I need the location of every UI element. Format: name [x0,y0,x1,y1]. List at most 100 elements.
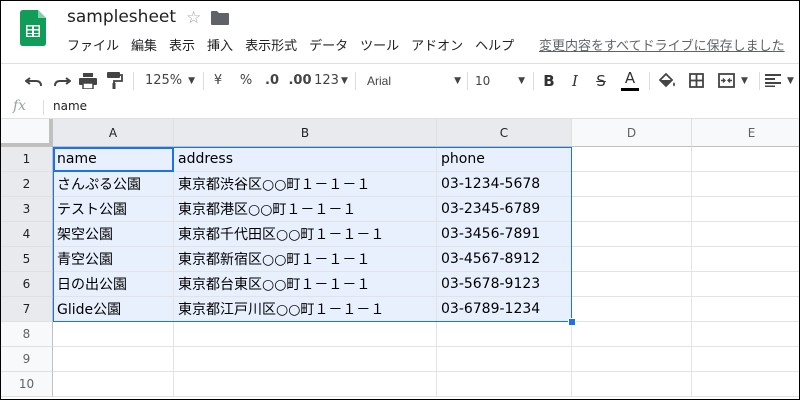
cell-d10[interactable] [572,372,692,397]
cell-a3[interactable]: テスト公園 [53,197,174,222]
cell-a2[interactable]: さんぷる公園 [53,172,174,197]
cell-b1[interactable]: address [174,147,437,172]
cell-b8[interactable] [174,322,437,347]
menu-format[interactable]: 表示形式 [239,35,303,55]
horizontal-align-button[interactable]: ▼ [765,64,799,97]
cell-a1[interactable]: name [53,147,174,172]
cell-b9[interactable] [174,347,437,372]
menu-data[interactable]: データ [303,35,354,55]
row-header-4[interactable]: 4 [1,222,53,247]
row-header-10[interactable]: 10 [1,372,53,397]
menu-view[interactable]: 表示 [163,35,201,55]
text-color-button[interactable]: A [619,64,641,97]
cell-d5[interactable] [572,247,692,272]
cell-e10[interactable] [692,372,799,397]
column-header-c[interactable]: C [437,119,572,147]
cell-a4[interactable]: 架空公園 [53,222,174,247]
redo-button[interactable] [51,64,73,97]
cell-d2[interactable] [572,172,692,197]
row-header-1[interactable]: 1 [1,147,53,172]
cell-b7[interactable]: 東京都江戸川区○○町１－１－１ [174,297,437,322]
cell-b4[interactable]: 東京都千代田区○○町１－１－１ [174,222,437,247]
font-size-select[interactable]: 10 ▼ [475,64,529,97]
cell-e5[interactable] [692,247,799,272]
row-header-6[interactable]: 6 [1,272,53,297]
cell-d6[interactable] [572,272,692,297]
cell-c3[interactable]: 03-2345-6789 [437,197,572,222]
row-header-5[interactable]: 5 [1,247,53,272]
cell-b5[interactable]: 東京都新宿区○○町１－１－１ [174,247,437,272]
cell-e4[interactable] [692,222,799,247]
menu-help[interactable]: ヘルプ [469,35,520,55]
borders-button[interactable] [685,64,707,97]
cell-c8[interactable] [437,322,572,347]
row-header-3[interactable]: 3 [1,197,53,222]
cell-d7[interactable] [572,297,692,322]
cell-a8[interactable] [53,322,174,347]
menu-tools[interactable]: ツール [354,35,405,55]
cell-d8[interactable] [572,322,692,347]
cell-c1[interactable]: phone [437,147,572,172]
select-all-corner[interactable] [1,119,53,147]
cell-b3[interactable]: 東京都港区○○町１－１－１ [174,197,437,222]
cell-b6[interactable]: 東京都台東区○○町１－１－１ [174,272,437,297]
font-family-select[interactable]: Arial ▼ [367,64,467,97]
cell-e2[interactable] [692,172,799,197]
column-header-b[interactable]: B [174,119,437,147]
italic-button[interactable]: I [565,64,585,97]
percent-format-button[interactable]: % [237,64,255,97]
cell-c9[interactable] [437,347,572,372]
currency-format-button[interactable]: ¥ [209,64,227,97]
cell-e8[interactable] [692,322,799,347]
paint-format-button[interactable] [104,64,126,97]
document-title[interactable]: samplesheet [67,7,176,27]
column-header-d[interactable]: D [572,119,692,147]
more-formats-button[interactable]: 123 ▼ [314,64,348,97]
cell-d1[interactable] [572,147,692,172]
menu-insert[interactable]: 挿入 [201,35,239,55]
cell-a7[interactable]: Glide公園 [53,297,174,322]
strikethrough-button[interactable]: S [591,64,611,97]
cell-e7[interactable] [692,297,799,322]
cell-b2[interactable]: 東京都渋谷区○○町１－１－１ [174,172,437,197]
star-icon[interactable]: ☆ [186,8,201,28]
print-button[interactable] [77,64,99,97]
cell-c6[interactable]: 03-5678-9123 [437,272,572,297]
cell-d9[interactable] [572,347,692,372]
row-header-2[interactable]: 2 [1,172,53,197]
menu-edit[interactable]: 編集 [125,35,163,55]
formula-input[interactable]: name [53,99,87,113]
cell-e6[interactable] [692,272,799,297]
row-header-9[interactable]: 9 [1,347,53,372]
cell-c10[interactable] [437,372,572,397]
menu-addons[interactable]: アドオン [405,35,469,55]
merge-cells-button[interactable]: ▼ [713,64,753,97]
cell-a5[interactable]: 青空公園 [53,247,174,272]
cell-c4[interactable]: 03-3456-7891 [437,222,572,247]
cell-a6[interactable]: 日の出公園 [53,272,174,297]
cell-a9[interactable] [53,347,174,372]
increase-decimal-button[interactable]: .00 [287,64,313,97]
row-header-8[interactable]: 8 [1,322,53,347]
cell-e9[interactable] [692,347,799,372]
cell-c5[interactable]: 03-4567-8912 [437,247,572,272]
bold-button[interactable]: B [539,64,559,97]
cell-b10[interactable] [174,372,437,397]
sheets-logo-icon[interactable] [20,10,46,46]
cell-d4[interactable] [572,222,692,247]
cell-c2[interactable]: 03-1234-5678 [437,172,572,197]
cell-d3[interactable] [572,197,692,222]
cell-e1[interactable] [692,147,799,172]
menu-file[interactable]: ファイル [61,35,125,55]
column-header-a[interactable]: A [53,119,174,147]
zoom-select[interactable]: 125% ▼ [143,64,197,97]
fill-handle[interactable] [568,318,576,326]
fill-color-button[interactable] [657,64,679,97]
folder-icon[interactable] [211,11,229,25]
undo-button[interactable] [23,64,45,97]
cell-a10[interactable] [53,372,174,397]
row-header-7[interactable]: 7 [1,297,53,322]
decrease-decimal-button[interactable]: .0 [261,64,283,97]
column-header-e[interactable]: E [692,119,799,147]
cell-e3[interactable] [692,197,799,222]
